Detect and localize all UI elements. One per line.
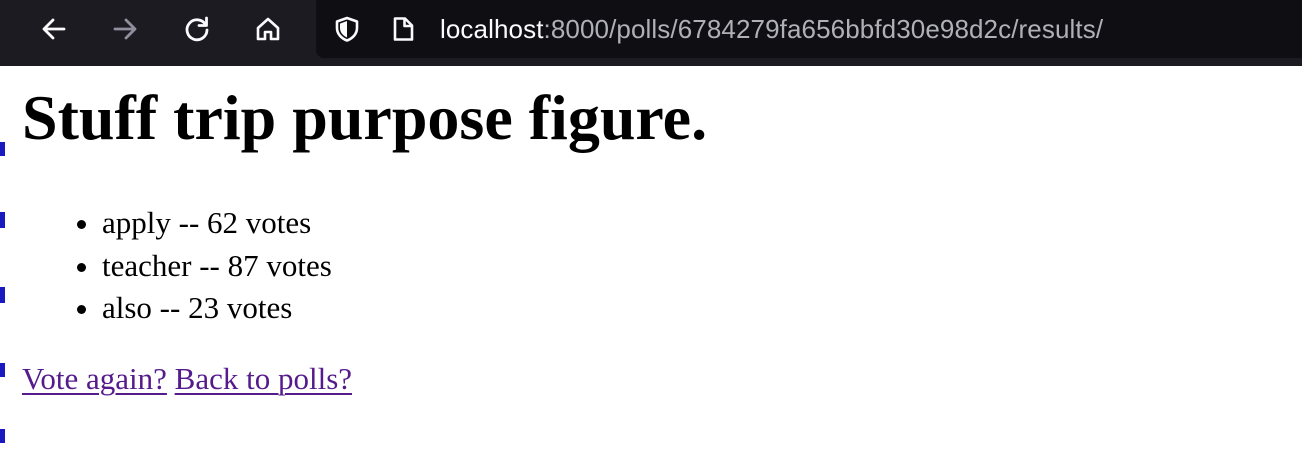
edge-mark bbox=[0, 212, 5, 228]
url-host: localhost bbox=[440, 14, 544, 44]
url-text[interactable]: localhost:8000/polls/6784279fa656bbfd30e… bbox=[440, 12, 1103, 46]
url-bar[interactable]: localhost:8000/polls/6784279fa656bbfd30e… bbox=[316, 0, 1302, 58]
vote-again-link[interactable]: Vote again? bbox=[22, 361, 167, 396]
left-window-edge bbox=[0, 66, 6, 470]
shield-icon bbox=[335, 16, 359, 42]
result-item: teacher -- 87 votes bbox=[102, 245, 332, 288]
reload-icon bbox=[185, 16, 209, 42]
edge-mark bbox=[0, 429, 5, 443]
reload-button[interactable] bbox=[177, 9, 217, 49]
results-list: apply -- 62 votes teacher -- 87 votes al… bbox=[22, 202, 332, 330]
back-to-polls-link[interactable]: Back to polls? bbox=[175, 361, 352, 396]
home-button[interactable] bbox=[248, 9, 288, 49]
url-path: :8000/polls/6784279fa656bbfd30e98d2c/res… bbox=[543, 14, 1104, 44]
arrow-left-icon bbox=[42, 18, 66, 40]
result-item: apply -- 62 votes bbox=[102, 202, 332, 245]
back-button[interactable] bbox=[34, 9, 74, 49]
question-title: Stuff trip purpose figure. bbox=[22, 82, 708, 153]
edge-mark bbox=[0, 287, 5, 303]
edge-mark bbox=[0, 142, 5, 156]
tracking-protection-button[interactable] bbox=[333, 15, 361, 43]
forward-button[interactable] bbox=[105, 9, 145, 49]
arrow-right-icon bbox=[113, 18, 137, 40]
edge-mark bbox=[0, 363, 5, 377]
site-info-button[interactable] bbox=[389, 15, 417, 43]
home-icon bbox=[256, 17, 280, 41]
result-item: also -- 23 votes bbox=[102, 287, 332, 330]
page-icon bbox=[393, 17, 414, 41]
browser-toolbar: localhost:8000/polls/6784279fa656bbfd30e… bbox=[0, 0, 1302, 66]
action-links: Vote again? Back to polls? bbox=[22, 359, 352, 399]
